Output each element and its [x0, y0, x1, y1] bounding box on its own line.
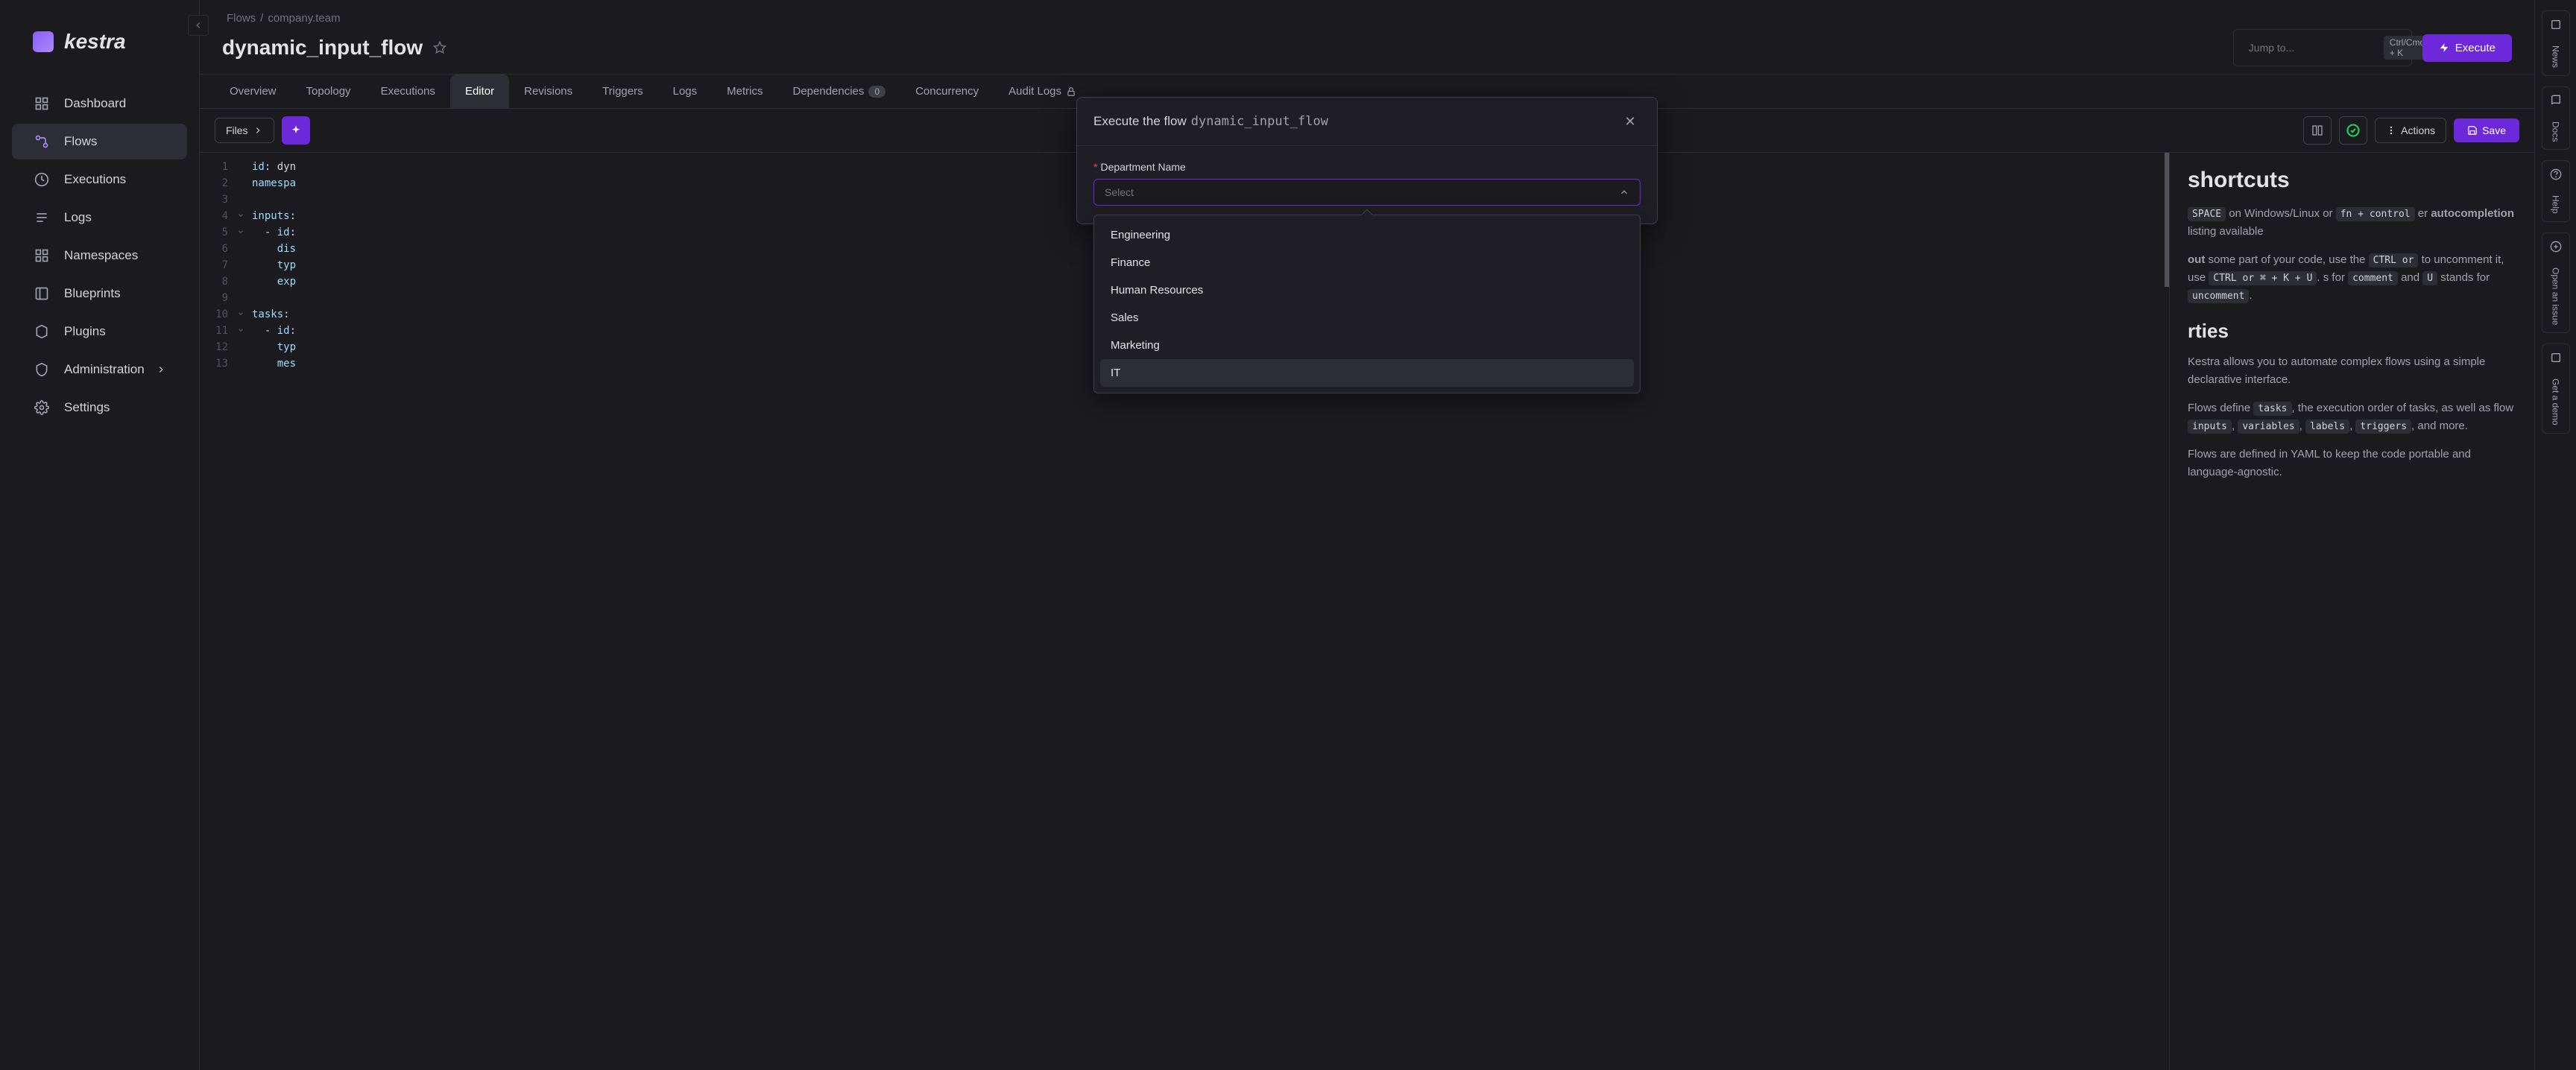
rail-icon-docs[interactable]	[2542, 87, 2569, 114]
logs-icon	[33, 209, 51, 227]
rail-icon-get-a-demo[interactable]	[2542, 344, 2569, 371]
nav-item-logs[interactable]: Logs	[12, 200, 187, 235]
nav-item-administration[interactable]: Administration	[12, 352, 187, 387]
dashboard-icon	[33, 95, 51, 113]
execute-flow-modal: Execute the flow dynamic_input_flow ✕ *D…	[1076, 97, 1658, 224]
admin-icon	[33, 361, 51, 379]
settings-icon	[33, 399, 51, 417]
chevron-up-icon	[1619, 187, 1629, 197]
flows-icon	[33, 133, 51, 151]
dropdown-option-engineering[interactable]: Engineering	[1100, 221, 1634, 249]
dropdown-option-it[interactable]: IT	[1100, 359, 1634, 387]
logo[interactable]: kestra	[0, 15, 199, 83]
dropdown-option-human-resources[interactable]: Human Resources	[1100, 276, 1634, 304]
rail-icon-open-an-issue[interactable]	[2542, 233, 2569, 260]
sidebar: kestra DashboardFlowsExecutionsLogsNames…	[0, 0, 200, 1070]
rail-icon-help[interactable]	[2542, 161, 2569, 188]
rail-item-open-an-issue[interactable]: Open an issue	[2542, 260, 2569, 332]
nav-item-settings[interactable]: Settings	[12, 390, 187, 425]
nav-item-flows[interactable]: Flows	[12, 124, 187, 159]
main-content: Flows / company.team dynamic_input_flow …	[200, 0, 2534, 1070]
blueprints-icon	[33, 285, 51, 303]
logo-icon	[33, 31, 54, 52]
logo-text: kestra	[64, 30, 126, 54]
department-select-input[interactable]	[1105, 186, 1619, 198]
rail-item-news[interactable]: News	[2542, 38, 2569, 75]
rail-item-help[interactable]: Help	[2542, 188, 2569, 221]
nav-item-blueprints[interactable]: Blueprints	[12, 276, 187, 311]
rail-item-get-a-demo[interactable]: Get a demo	[2542, 371, 2569, 433]
dropdown-option-finance[interactable]: Finance	[1100, 249, 1634, 276]
dropdown-option-marketing[interactable]: Marketing	[1100, 332, 1634, 359]
close-icon: ✕	[1624, 114, 1635, 130]
plugins-icon	[33, 323, 51, 341]
nav-item-dashboard[interactable]: Dashboard	[12, 86, 187, 121]
nav-item-plugins[interactable]: Plugins	[12, 314, 187, 349]
department-dropdown: EngineeringFinanceHuman ResourcesSalesMa…	[1093, 215, 1641, 393]
modal-close-button[interactable]: ✕	[1620, 111, 1641, 132]
nav-item-namespaces[interactable]: Namespaces	[12, 238, 187, 273]
modal-title: Execute the flow dynamic_input_flow	[1093, 114, 1328, 129]
right-rail: News Docs Help Open an issue Get a demo	[2534, 0, 2576, 1070]
dropdown-option-sales[interactable]: Sales	[1100, 304, 1634, 332]
rail-item-docs[interactable]: Docs	[2542, 114, 2569, 149]
rail-icon-news[interactable]	[2542, 11, 2569, 38]
namespaces-icon	[33, 247, 51, 265]
department-select[interactable]	[1093, 179, 1641, 206]
executions-icon	[33, 171, 51, 189]
nav-item-executions[interactable]: Executions	[12, 162, 187, 197]
modal-overlay: Execute the flow dynamic_input_flow ✕ *D…	[200, 0, 2534, 1070]
field-label-department: *Department Name	[1093, 161, 1641, 173]
